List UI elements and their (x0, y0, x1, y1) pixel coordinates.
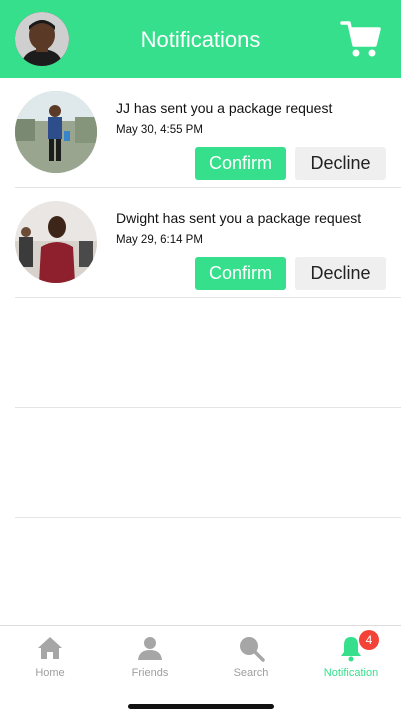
sender-avatar[interactable] (15, 91, 97, 173)
notification-timestamp: May 29, 6:14 PM (116, 234, 203, 246)
confirm-button[interactable]: Confirm (195, 147, 286, 180)
tab-label: Home (35, 667, 65, 679)
tab-home[interactable]: Home (0, 626, 100, 686)
confirm-button[interactable]: Confirm (195, 257, 286, 290)
bottom-tab-bar: Home Friends Search 4 Notification (0, 625, 401, 691)
shopping-cart-icon[interactable] (340, 18, 382, 60)
tab-label: Notification (323, 667, 379, 679)
sender-avatar[interactable] (15, 201, 97, 283)
home-icon (38, 637, 62, 659)
tab-friends[interactable]: Friends (100, 626, 200, 686)
notification-message: Dwight has sent you a package request (116, 210, 362, 226)
decline-button[interactable]: Decline (295, 147, 386, 180)
decline-button[interactable]: Decline (295, 257, 386, 290)
app-header: Notifications (0, 0, 401, 78)
notification-item: Dwight has sent you a package request Ma… (15, 188, 401, 298)
tab-label: Search (233, 667, 269, 679)
notification-item: JJ has sent you a package request May 30… (15, 78, 401, 188)
search-icon (240, 637, 265, 662)
tab-label: Friends (131, 667, 169, 679)
notification-message: JJ has sent you a package request (116, 100, 333, 116)
notification-timestamp: May 30, 4:55 PM (116, 124, 203, 136)
notification-count-badge: 4 (359, 630, 379, 650)
home-indicator (128, 704, 274, 709)
empty-list-row (15, 298, 401, 408)
tab-notification[interactable]: 4 Notification (301, 626, 401, 686)
empty-list-row (15, 408, 401, 518)
person-icon (138, 637, 162, 660)
tab-search[interactable]: Search (201, 626, 301, 686)
